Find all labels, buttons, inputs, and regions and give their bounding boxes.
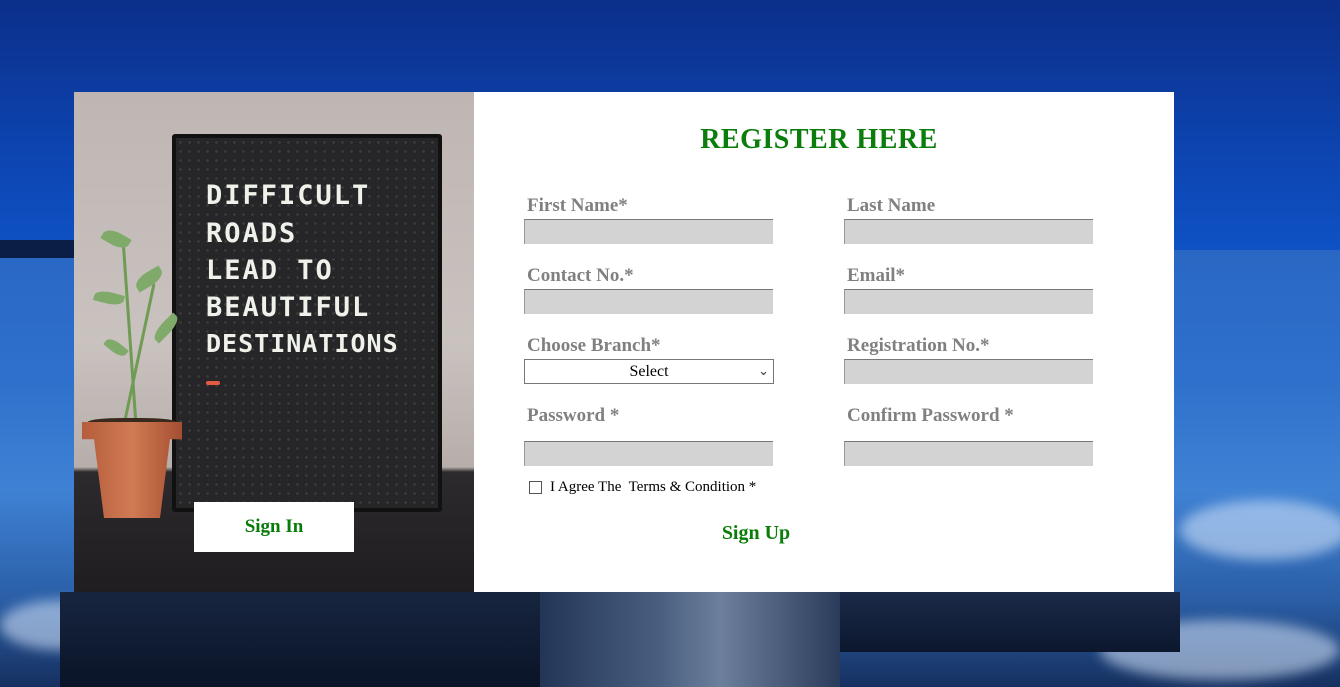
quote-line: LEAD TO xyxy=(206,255,334,286)
branch-select[interactable]: Select ⌄ xyxy=(524,359,774,384)
form-title: REGISTER HERE xyxy=(700,124,938,155)
contact-input[interactable] xyxy=(524,289,773,314)
checkbox-icon[interactable] xyxy=(529,481,542,494)
branch-select-value: Select xyxy=(629,363,669,380)
sign-up-button[interactable]: Sign Up xyxy=(706,522,806,545)
first-name-input[interactable] xyxy=(524,219,773,244)
letter-board: DIFFICULT ROADS LEAD TO BEAUTIFUL DESTIN… xyxy=(172,134,442,512)
quote-line: DIFFICULT xyxy=(206,180,371,211)
background-rocks xyxy=(840,592,1180,652)
background-shore xyxy=(0,240,80,258)
confirm-password-input[interactable] xyxy=(844,441,1093,466)
chevron-down-icon: ⌄ xyxy=(758,364,769,379)
contact-group: Contact No.* xyxy=(524,265,774,314)
register-card: DIFFICULT ROADS LEAD TO BEAUTIFUL DESTIN… xyxy=(74,92,1174,592)
plant-pot xyxy=(82,422,182,518)
password-input[interactable] xyxy=(524,441,773,466)
confirm-password-label: Confirm Password * xyxy=(847,405,1014,426)
terms-label: I Agree The Terms & Condition * xyxy=(550,479,757,495)
plant-leaf xyxy=(100,225,132,253)
terms-agreement: I Agree The Terms & Condition * xyxy=(529,479,756,496)
hero-image-panel: DIFFICULT ROADS LEAD TO BEAUTIFUL DESTIN… xyxy=(74,92,474,592)
background-foam xyxy=(1180,500,1340,560)
sign-in-button[interactable]: Sign In xyxy=(194,502,354,552)
last-name-label: Last Name xyxy=(847,195,936,216)
contact-label: Contact No.* xyxy=(527,265,634,286)
background-pier xyxy=(540,592,840,687)
password-group: Password * xyxy=(524,405,774,466)
quote-line: ROADS xyxy=(206,218,298,249)
password-label: Password * xyxy=(527,405,620,426)
registration-label: Registration No.* xyxy=(847,335,990,356)
quote-line: BEAUTIFUL xyxy=(206,292,371,323)
email-input[interactable] xyxy=(844,289,1093,314)
registration-input[interactable] xyxy=(844,359,1093,384)
quote-line: DESTINATIONS xyxy=(206,329,399,358)
branch-label: Choose Branch* xyxy=(527,335,661,356)
plant-leaf xyxy=(92,288,126,308)
last-name-group: Last Name xyxy=(844,195,1094,244)
first-name-group: First Name* xyxy=(524,195,774,244)
branch-group: Choose Branch* Select ⌄ xyxy=(524,335,774,384)
plant-leaf xyxy=(132,265,166,293)
registration-group: Registration No.* xyxy=(844,335,1094,384)
email-group: Email* xyxy=(844,265,1094,314)
last-name-input[interactable] xyxy=(844,219,1093,244)
email-label: Email* xyxy=(847,265,906,286)
plant-leaf xyxy=(103,335,129,360)
background-rocks xyxy=(60,592,540,687)
confirm-password-group: Confirm Password * xyxy=(844,405,1094,466)
first-name-label: First Name* xyxy=(527,195,628,216)
register-form: REGISTER HERE First Name* Last Name Cont… xyxy=(474,92,1174,592)
letter-board-marker xyxy=(206,381,220,385)
